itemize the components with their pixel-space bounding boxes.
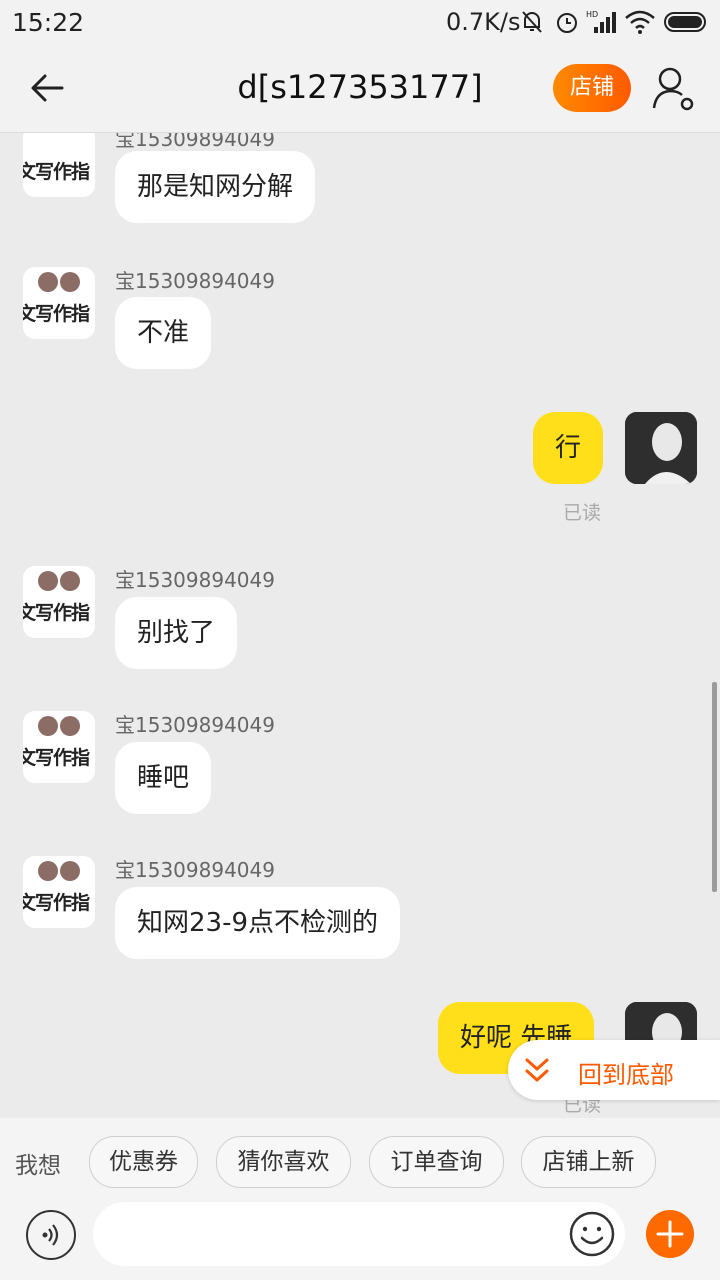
chat-area[interactable]: 文写作指 宝15309894049 那是知网分解 文写作指 宝153098940… (0, 133, 720, 1118)
scrollbar[interactable] (712, 682, 717, 892)
voice-icon[interactable] (26, 1210, 76, 1260)
message-bubble[interactable]: 不准 (115, 297, 212, 369)
avatar-text: 文写作指 (23, 892, 90, 914)
emoji-icon[interactable] (568, 1210, 616, 1258)
sender-name: 宝15309894049 (115, 858, 275, 882)
shop-button[interactable]: 店铺 (553, 64, 631, 112)
scroll-to-bottom-label: 回到底部 (578, 1061, 674, 1089)
chip-recommend[interactable]: 猜你喜欢 (216, 1136, 351, 1188)
quick-actions-label: 我想 (15, 1153, 61, 1179)
avatar-text: 文写作指 (23, 747, 90, 769)
shop-avatar[interactable]: 文写作指 (23, 856, 95, 928)
signal-icon: HD (586, 10, 616, 33)
status-net-speed: 0.7K/s (446, 8, 521, 36)
shop-avatar[interactable]: 文写作指 (23, 133, 95, 197)
status-bar: 15:22 0.7K/s HD (0, 0, 720, 46)
message-bubble[interactable]: 睡吧 (115, 742, 212, 814)
scroll-to-bottom-button[interactable]: 回到底部 (508, 1040, 720, 1100)
alarm-icon (557, 13, 577, 33)
chevron-down-double-icon (525, 1058, 549, 1082)
profile-settings-icon[interactable] (652, 64, 696, 112)
sender-name: 宝15309894049 (115, 133, 275, 151)
shop-avatar[interactable]: 文写作指 (23, 566, 95, 638)
avatar-text: 文写作指 (23, 303, 90, 325)
read-status: 已读 (563, 502, 602, 524)
shop-avatar[interactable]: 文写作指 (23, 267, 95, 339)
input-bar (0, 1200, 720, 1280)
chip-new-arrivals[interactable]: 店铺上新 (521, 1136, 656, 1188)
chip-order-query[interactable]: 订单查询 (369, 1136, 504, 1188)
avatar-text: 文写作指 (23, 161, 90, 183)
quick-actions-bar: 我想 优惠券 猜你喜欢 订单查询 店铺上新 (0, 1118, 720, 1200)
avatar-text: 文写作指 (23, 602, 90, 624)
sender-name: 宝15309894049 (115, 568, 275, 592)
seal-icon (38, 571, 80, 591)
shop-avatar[interactable]: 文写作指 (23, 711, 95, 783)
mute-icon (522, 11, 542, 33)
svg-text:HD: HD (586, 10, 598, 19)
seal-icon (38, 272, 80, 292)
message-bubble[interactable]: 别找了 (115, 597, 238, 669)
status-time: 15:22 (12, 8, 85, 37)
sender-name: 宝15309894049 (115, 269, 275, 293)
user-photo (625, 412, 697, 484)
seal-icon (38, 861, 80, 881)
battery-icon (664, 12, 706, 32)
message-bubble[interactable]: 知网23-9点不检测的 (115, 887, 401, 959)
chip-coupon[interactable]: 优惠券 (89, 1136, 198, 1188)
plus-icon[interactable] (646, 1210, 694, 1258)
seal-icon (38, 716, 80, 736)
wifi-icon (625, 10, 655, 34)
my-avatar[interactable] (625, 412, 697, 484)
my-message-bubble[interactable]: 行 (533, 412, 604, 484)
message-input[interactable] (93, 1202, 625, 1266)
sender-name: 宝15309894049 (115, 713, 275, 737)
message-bubble[interactable]: 那是知网分解 (115, 151, 316, 223)
chat-header: d[s127353177] 店铺 (0, 46, 720, 133)
